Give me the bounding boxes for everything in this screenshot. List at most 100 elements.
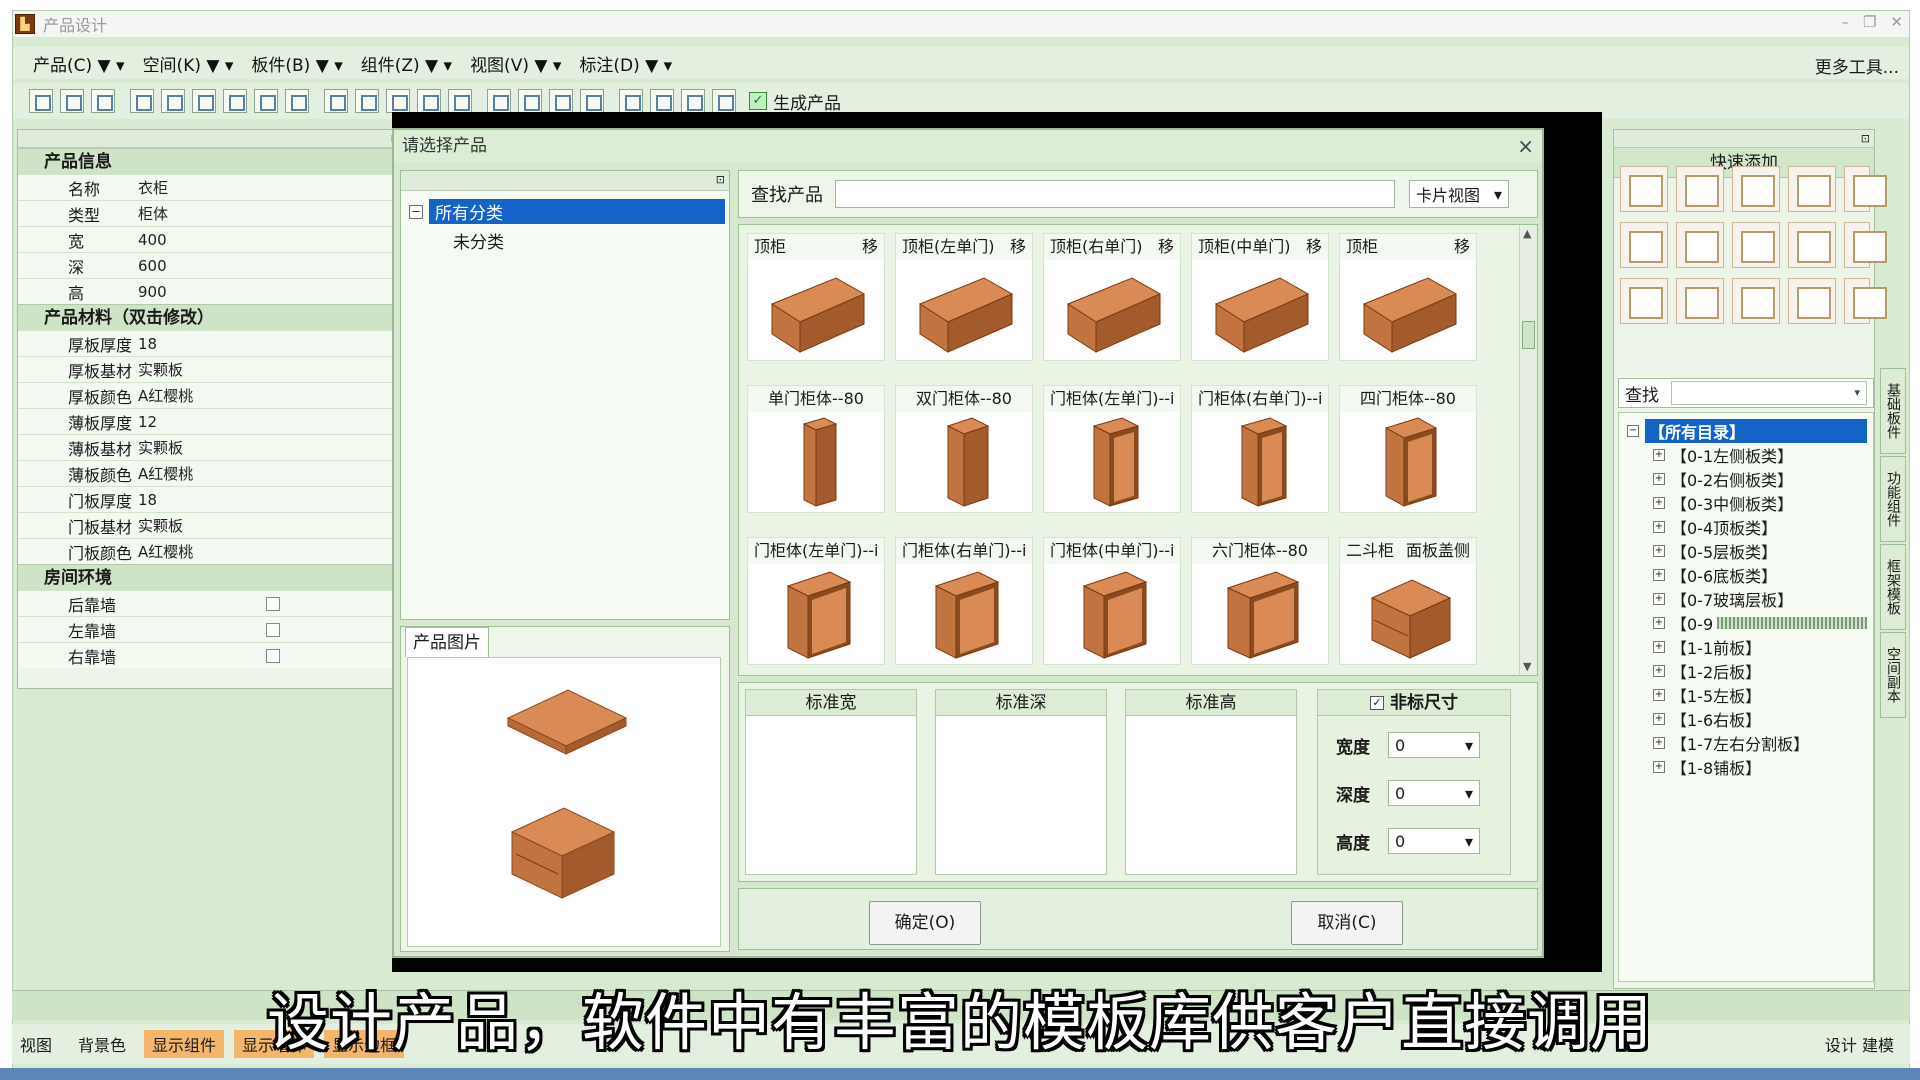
expand-icon[interactable]: +: [1653, 521, 1665, 533]
product-card[interactable]: 门柜体(右单门)--i: [1191, 385, 1329, 513]
product-card[interactable]: 四门柜体--80: [1339, 385, 1477, 513]
board-shape-icon[interactable]: [1844, 166, 1887, 212]
close-icon[interactable]: ✕: [1890, 13, 1903, 31]
expand-icon[interactable]: +: [1653, 713, 1665, 725]
tree-item[interactable]: + 【0-4顶板类】: [1653, 515, 1873, 539]
drawer-shape-icon[interactable]: [1788, 222, 1836, 268]
prop-row[interactable]: 深 600: [18, 252, 404, 278]
product-grid-scrollbar[interactable]: ▲ ▼: [1519, 225, 1537, 675]
height-combo[interactable]: 0 ▾: [1388, 828, 1480, 854]
product-card[interactable]: 门柜体(左单门)--i: [1043, 385, 1181, 513]
left-wall-checkbox[interactable]: [266, 622, 280, 637]
copy-icon[interactable]: [223, 89, 247, 113]
board-shape-icon[interactable]: [1620, 222, 1668, 268]
section-room[interactable]: 房间环境: [18, 564, 404, 590]
expand-icon[interactable]: +: [1653, 569, 1665, 581]
tree-root[interactable]: − 【所有目录】: [1627, 419, 1873, 443]
tab-product-image[interactable]: 产品图片: [405, 627, 489, 657]
pin-icon[interactable]: ⊡: [716, 173, 725, 186]
scroll-thumb[interactable]: [1522, 321, 1535, 349]
expand-icon[interactable]: +: [1653, 665, 1665, 677]
expand-icon[interactable]: +: [1653, 545, 1665, 557]
grid-icon[interactable]: [386, 89, 410, 113]
prop-row[interactable]: 门板厚度 18: [18, 486, 404, 512]
redo-icon[interactable]: [192, 89, 216, 113]
category-uncategorized[interactable]: 未分类: [453, 228, 729, 253]
tree-item[interactable]: + 【1-1前板】: [1653, 635, 1873, 659]
prop-row[interactable]: 厚板厚度 18: [18, 330, 404, 356]
prop-row[interactable]: 薄板颜色 A红樱桃: [18, 460, 404, 486]
cancel-button[interactable]: 取消(C): [1291, 901, 1403, 945]
board-shape-icon[interactable]: [1788, 166, 1836, 212]
product-card[interactable]: 门柜体(中单门)--i: [1043, 537, 1181, 665]
product-card[interactable]: 顶柜 移: [1339, 233, 1477, 361]
palette-icon[interactable]: [549, 89, 573, 113]
paste-icon[interactable]: [285, 89, 309, 113]
expand-icon[interactable]: +: [1653, 689, 1665, 701]
lattice-shape-icon[interactable]: [1844, 222, 1887, 268]
board-shape-icon[interactable]: [1620, 166, 1668, 212]
tree-item[interactable]: + 【0-6底板类】: [1653, 563, 1873, 587]
tab-frame-templates[interactable]: 框架模板: [1880, 544, 1906, 630]
tree-item[interactable]: + 【0-3中侧板类】: [1653, 491, 1873, 515]
product-card[interactable]: 顶柜 移: [747, 233, 885, 361]
folder-icon[interactable]: [91, 89, 115, 113]
hide-icon[interactable]: [650, 89, 674, 113]
tree-item[interactable]: + 【0-1左侧板类】: [1653, 443, 1873, 467]
board-shape-icon[interactable]: [1676, 222, 1724, 268]
prop-row[interactable]: 薄板厚度 12: [18, 408, 404, 434]
product-card[interactable]: 顶柜(右单门) 移: [1043, 233, 1181, 361]
expand-icon[interactable]: +: [1653, 761, 1665, 773]
prop-row[interactable]: 类型 柜体: [18, 200, 404, 226]
measure-icon[interactable]: [619, 89, 643, 113]
menu-space[interactable]: 空间(K) ▼ ▾: [143, 51, 234, 76]
product-card[interactable]: 门柜体(左单门)--i: [747, 537, 885, 665]
restore-icon[interactable]: ❐: [1863, 13, 1876, 31]
refresh-icon[interactable]: [130, 89, 154, 113]
material-icon[interactable]: [580, 89, 604, 113]
board-shape-icon[interactable]: [1732, 278, 1780, 324]
prop-row[interactable]: 门板基材 实颗板: [18, 512, 404, 538]
expand-icon[interactable]: +: [1653, 593, 1665, 605]
prop-row[interactable]: 高 900: [18, 278, 404, 304]
expand-icon[interactable]: +: [1653, 473, 1665, 485]
prop-row[interactable]: 名称 衣柜: [18, 174, 404, 200]
tree-item[interactable]: + 【1-7左右分割板】: [1653, 731, 1873, 755]
dialog-close-icon[interactable]: ×: [1517, 130, 1534, 162]
pin-icon[interactable]: ⊡: [1861, 132, 1870, 145]
undo-icon[interactable]: [161, 89, 185, 113]
tree-item[interactable]: + 【1-8铺板】: [1653, 755, 1873, 779]
prop-row[interactable]: 厚板颜色 A红樱桃: [18, 382, 404, 408]
product-card[interactable]: 顶柜(左单门) 移: [895, 233, 1033, 361]
more-tools-button[interactable]: 更多工具...: [1815, 53, 1899, 78]
collapse-icon[interactable]: −: [409, 204, 423, 219]
menu-component[interactable]: 组件(Z) ▼ ▾: [361, 51, 452, 76]
menu-view[interactable]: 视图(V) ▼ ▾: [470, 51, 561, 76]
tree-item[interactable]: + 【0-2右侧板类】: [1653, 467, 1873, 491]
prop-row[interactable]: 薄板基材 实颗板: [18, 434, 404, 460]
category-root[interactable]: − 所有分类: [409, 199, 729, 224]
tab-function-components[interactable]: 功能组件: [1880, 456, 1906, 542]
std-height-list[interactable]: 标准高: [1125, 689, 1297, 875]
menu-product[interactable]: 产品(C) ▼ ▾: [33, 51, 125, 76]
board-shape-icon[interactable]: [1732, 166, 1780, 212]
view-mode-select[interactable]: 卡片视图 ▾: [1409, 180, 1509, 208]
right-wall-checkbox[interactable]: [266, 648, 280, 663]
generate-product-button[interactable]: ✓ 生成产品: [749, 89, 841, 114]
depth-combo[interactable]: 0 ▾: [1388, 780, 1480, 806]
save-icon[interactable]: [448, 89, 472, 113]
tree-item[interactable]: + 【1-5左板】: [1653, 683, 1873, 707]
select-icon[interactable]: [518, 89, 542, 113]
scroll-down-icon[interactable]: ▼: [1523, 660, 1531, 673]
product-card[interactable]: 二斗柜 面板盖侧: [1339, 537, 1477, 665]
product-card[interactable]: 单门柜体--80: [747, 385, 885, 513]
tree-item[interactable]: + 【1-2后板】: [1653, 659, 1873, 683]
tree-item[interactable]: + 【1-6右板】: [1653, 707, 1873, 731]
columns-icon[interactable]: [712, 89, 736, 113]
quick-search-combo[interactable]: ▾: [1671, 381, 1867, 405]
expand-icon[interactable]: +: [1653, 641, 1665, 653]
back-wall-checkbox[interactable]: [266, 596, 280, 611]
width-combo[interactable]: 0 ▾: [1388, 732, 1480, 758]
product-card[interactable]: 双门柜体--80: [895, 385, 1033, 513]
menu-board[interactable]: 板件(B) ▼ ▾: [251, 51, 342, 76]
